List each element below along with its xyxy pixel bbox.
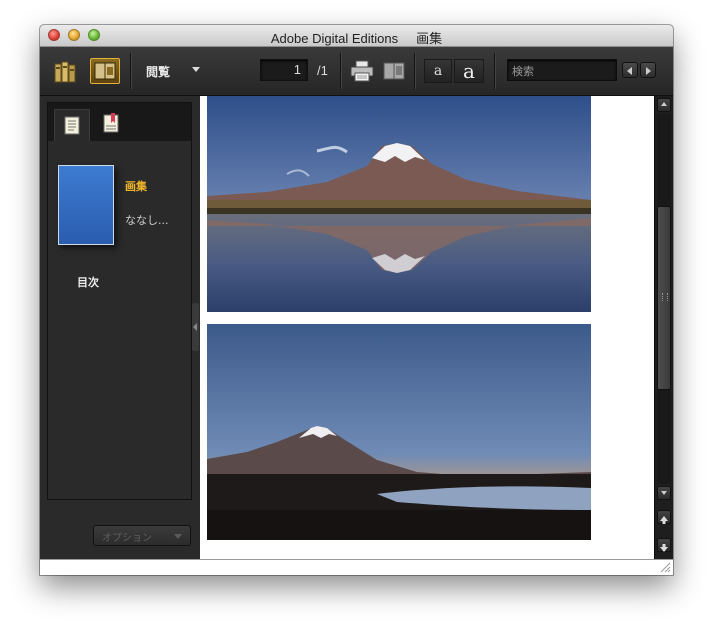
toc-tab[interactable] [54, 109, 90, 141]
sidebar-panel: 画集 ななし... 目次 [47, 102, 192, 500]
font-increase-button[interactable]: a [454, 59, 484, 83]
arrow-down-icon [661, 491, 667, 495]
resize-grip-icon[interactable] [660, 562, 671, 573]
options-dropdown[interactable]: オプション [93, 525, 191, 546]
status-bar [40, 559, 673, 575]
font-increase-label: a [463, 59, 475, 83]
bookmark-icon [103, 113, 119, 133]
arrow-right-icon [646, 67, 651, 75]
reading-view-icon[interactable] [90, 58, 120, 84]
next-page-button[interactable] [657, 538, 671, 552]
bookmarks-tab[interactable] [94, 109, 130, 141]
chevron-down-icon [174, 534, 182, 539]
collapse-arrow-icon [193, 323, 197, 331]
page-total-label: /1 [317, 63, 328, 78]
app-window: Adobe Digital Editions 画集 閲覧 1 /1 a a 検索… [40, 25, 673, 575]
mount-fuji-lake-reflection-photo [207, 96, 591, 312]
scroll-up-button[interactable] [657, 98, 671, 112]
options-label: オプション [102, 533, 152, 544]
book-icon[interactable] [382, 60, 406, 82]
sidebar: 画集 ななし... 目次 オプション [40, 96, 200, 575]
book-title: 画集 [125, 180, 147, 193]
vertical-scrollbar[interactable] [654, 96, 673, 559]
search-next-button[interactable] [640, 62, 656, 78]
toc-list-icon [64, 116, 80, 135]
mount-fuji-dusk-photo [207, 324, 591, 540]
book-author: ななし... [125, 214, 169, 227]
toolbar-separator [130, 53, 132, 89]
font-decrease-label: a [433, 63, 443, 79]
printer-icon[interactable] [350, 60, 374, 82]
window-title: Adobe Digital Editions 画集 [40, 28, 673, 47]
app-title: Adobe Digital Editions [270, 31, 399, 46]
toolbar-separator [494, 53, 496, 89]
library-books-icon[interactable] [54, 61, 80, 83]
font-decrease-button[interactable]: a [424, 59, 452, 83]
scroll-thumb[interactable] [657, 206, 671, 390]
toolbar-separator [340, 53, 342, 89]
page-number-input[interactable]: 1 [260, 59, 308, 81]
search-prev-button[interactable] [622, 62, 638, 78]
grip-icon [662, 293, 668, 301]
page-up-icon [660, 516, 668, 524]
arrow-up-icon [661, 102, 667, 106]
arrow-left-icon [627, 67, 632, 75]
chevron-down-icon[interactable] [192, 67, 200, 72]
previous-page-button[interactable] [657, 510, 671, 524]
page-down-icon [660, 544, 668, 552]
scroll-down-button[interactable] [657, 486, 671, 500]
document-title: 画集 [416, 31, 443, 46]
toolbar: 閲覧 1 /1 a a 検索 [40, 47, 673, 96]
search-input[interactable]: 検索 [507, 59, 617, 81]
title-bar: Adobe Digital Editions 画集 [40, 25, 673, 47]
toc-panel: 画集 ななし... 目次 [48, 141, 191, 499]
sidebar-splitter-handle[interactable] [192, 303, 199, 351]
reading-pane [200, 96, 654, 559]
sidebar-tabbar [48, 103, 191, 142]
view-menu-label[interactable]: 閲覧 [146, 63, 170, 80]
book-cover-thumbnail[interactable] [58, 165, 114, 245]
toc-entry[interactable]: 目次 [77, 274, 99, 290]
toolbar-separator [414, 53, 416, 89]
